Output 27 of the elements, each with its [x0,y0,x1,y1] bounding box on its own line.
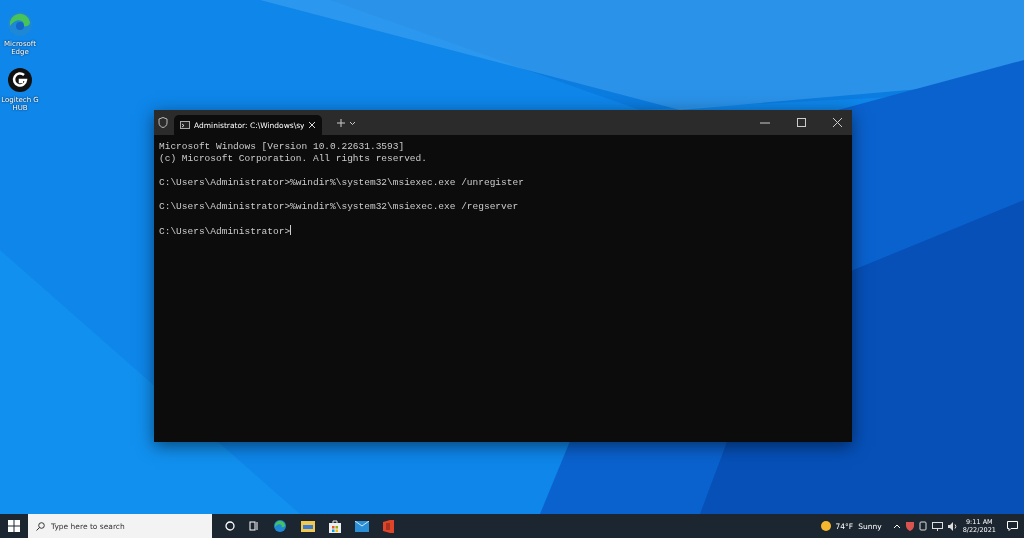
edge-icon[interactable] [273,519,287,533]
minimize-icon[interactable] [760,121,770,124]
mail-icon[interactable] [355,520,369,532]
folder-icon[interactable] [301,520,315,532]
maximize-icon[interactable] [796,118,806,127]
console-line: C:\Users\Administrator>%windir%\system32\msiexec.exe /regserver [159,201,519,213]
notification-icon[interactable] [1007,521,1018,531]
close-icon[interactable] [308,121,316,129]
shield-icon [158,117,168,128]
plus-icon[interactable] [336,117,356,128]
sun-icon[interactable] [820,521,831,531]
console-line: C:\Users\Administrator>%windir%\system32\msiexec.exe /unregister [159,177,524,189]
store-icon[interactable] [329,519,341,533]
console-line: Microsoft Windows [Version 10.0.22631.3593] [159,141,405,153]
speaker-icon[interactable] [947,521,958,531]
console-line: (c) Microsoft Corporation. All rights reserved. [159,153,427,165]
cortana-icon[interactable] [225,521,235,531]
console-line: C:\Users\Administrator> [159,225,292,238]
chevron-up-icon[interactable] [892,523,901,529]
task-view-icon[interactable] [249,521,259,531]
close-icon[interactable] [832,118,842,127]
network-icon[interactable] [931,521,943,531]
logo-icon[interactable] [6,66,34,94]
terminal-icon [180,121,190,129]
search-icon [36,522,45,531]
shield-icon[interactable] [905,521,914,531]
device-icon[interactable] [918,521,927,531]
